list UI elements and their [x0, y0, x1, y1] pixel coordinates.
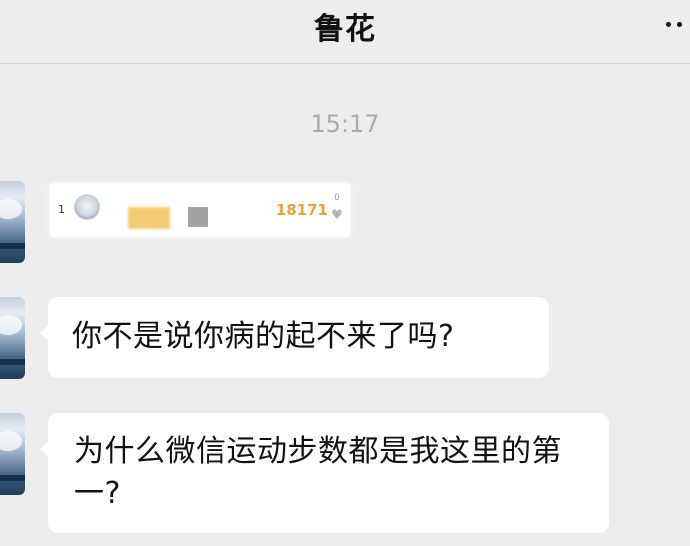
more-dots-icon[interactable]	[664, 14, 688, 34]
redacted-name-mosaic	[128, 207, 170, 229]
like-count: 0	[334, 193, 340, 203]
rank-number: 1	[58, 203, 65, 216]
avatar[interactable]	[0, 297, 25, 379]
avatar-cloud	[0, 199, 22, 219]
chat-title: 鲁花	[314, 12, 376, 47]
message-bubble[interactable]: 你不是说你病的起不来了吗?	[40, 297, 549, 378]
message-text: 为什么微信运动步数都是我这里的第一?	[74, 434, 562, 511]
avatar-cloud	[0, 315, 22, 335]
avatar-cloud	[0, 431, 22, 451]
redacted-gray-mosaic	[188, 207, 208, 227]
avatar-horizon	[0, 243, 25, 249]
avatar[interactable]	[0, 181, 25, 263]
message-timestamp: 15:17	[310, 110, 380, 138]
heart-icon[interactable]: ♥	[330, 208, 344, 223]
step-count: 18171	[275, 201, 328, 219]
avatar[interactable]	[0, 413, 25, 495]
bubble-tail	[40, 441, 49, 457]
message-bubble[interactable]: 为什么微信运动步数都是我这里的第一?	[40, 413, 609, 533]
avatar-horizon	[0, 359, 25, 365]
bubble-tail	[40, 325, 49, 341]
rank-user-avatar	[74, 194, 100, 220]
message-text: 你不是说你病的起不来了吗?	[72, 319, 455, 354]
avatar-horizon	[0, 475, 25, 481]
chat-header: 鲁花	[0, 0, 690, 64]
sport-rank-card[interactable]: 1 18171 0 ♥	[50, 183, 350, 237]
